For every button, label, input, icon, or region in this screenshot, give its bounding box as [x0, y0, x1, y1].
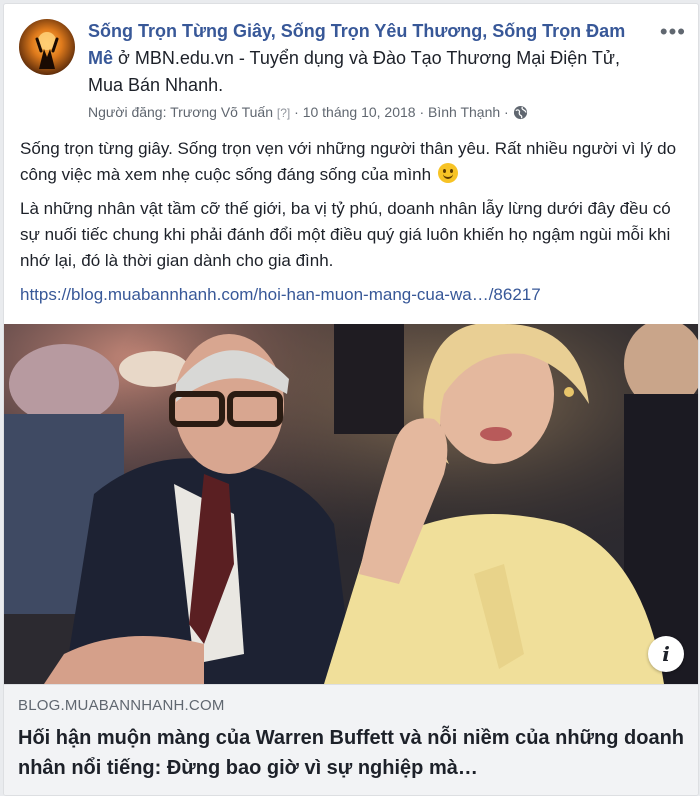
link-preview-image[interactable]: i [4, 324, 698, 684]
post-header: Sống Trọn Từng Giây, Sống Trọn Yêu Thươn… [4, 4, 698, 129]
feed-post: Sống Trọn Từng Giây, Sống Trọn Yêu Thươn… [3, 3, 699, 796]
post-place-link[interactable]: Bình Thạnh [428, 104, 500, 120]
author-help-link[interactable]: [?] [277, 106, 290, 120]
link-domain: BLOG.MUABANNHANH.COM [18, 697, 225, 714]
info-button[interactable]: i [648, 636, 684, 672]
avatar-logo-icon [35, 32, 59, 69]
globe-icon[interactable] [513, 105, 528, 123]
link-title[interactable]: Hối hận muộn màng của Warren Buffett và … [18, 723, 684, 783]
post-body: Sống trọn từng giây. Sống trọn vẹn với n… [20, 136, 682, 316]
smile-emoji-icon [437, 163, 458, 183]
author-prefix: Người đăng: [88, 104, 171, 120]
post-paragraph-1: Sống trọn từng giây. Sống trọn vẹn với n… [20, 136, 682, 188]
post-paragraph-2: Là những nhân vật tầm cỡ thế giới, ba vị… [20, 199, 671, 270]
post-title-line: Sống Trọn Từng Giây, Sống Trọn Yêu Thươn… [88, 18, 648, 99]
meta-separator-1: · [290, 104, 303, 120]
meta-separator-2: · [415, 104, 429, 120]
link-preview-card[interactable]: BLOG.MUABANNHANH.COM Hối hận muộn màng c… [4, 684, 698, 795]
preview-photo-illustration [4, 324, 698, 684]
post-url-link[interactable]: https://blog.muabannhanh.com/hoi-han-muo… [20, 285, 541, 304]
post-meta: Người đăng: Trương Võ Tuấn [?] · 10 thán… [88, 104, 528, 123]
page-avatar[interactable] [19, 19, 75, 75]
location-link[interactable]: MBN.edu.vn - Tuyển dụng và Đào Tạo Thươn… [88, 48, 620, 95]
paragraph-1-text: Sống trọn từng giây. Sống trọn vẹn với n… [20, 139, 677, 184]
at-word: ở [113, 48, 135, 68]
ellipsis-icon: ••• [659, 19, 686, 44]
author-name[interactable]: Trương Võ Tuấn [170, 104, 273, 120]
post-options-button[interactable]: ••• [659, 19, 686, 44]
meta-separator-3: · [500, 104, 513, 120]
post-date-link[interactable]: 10 tháng 10, 2018 [303, 104, 416, 120]
